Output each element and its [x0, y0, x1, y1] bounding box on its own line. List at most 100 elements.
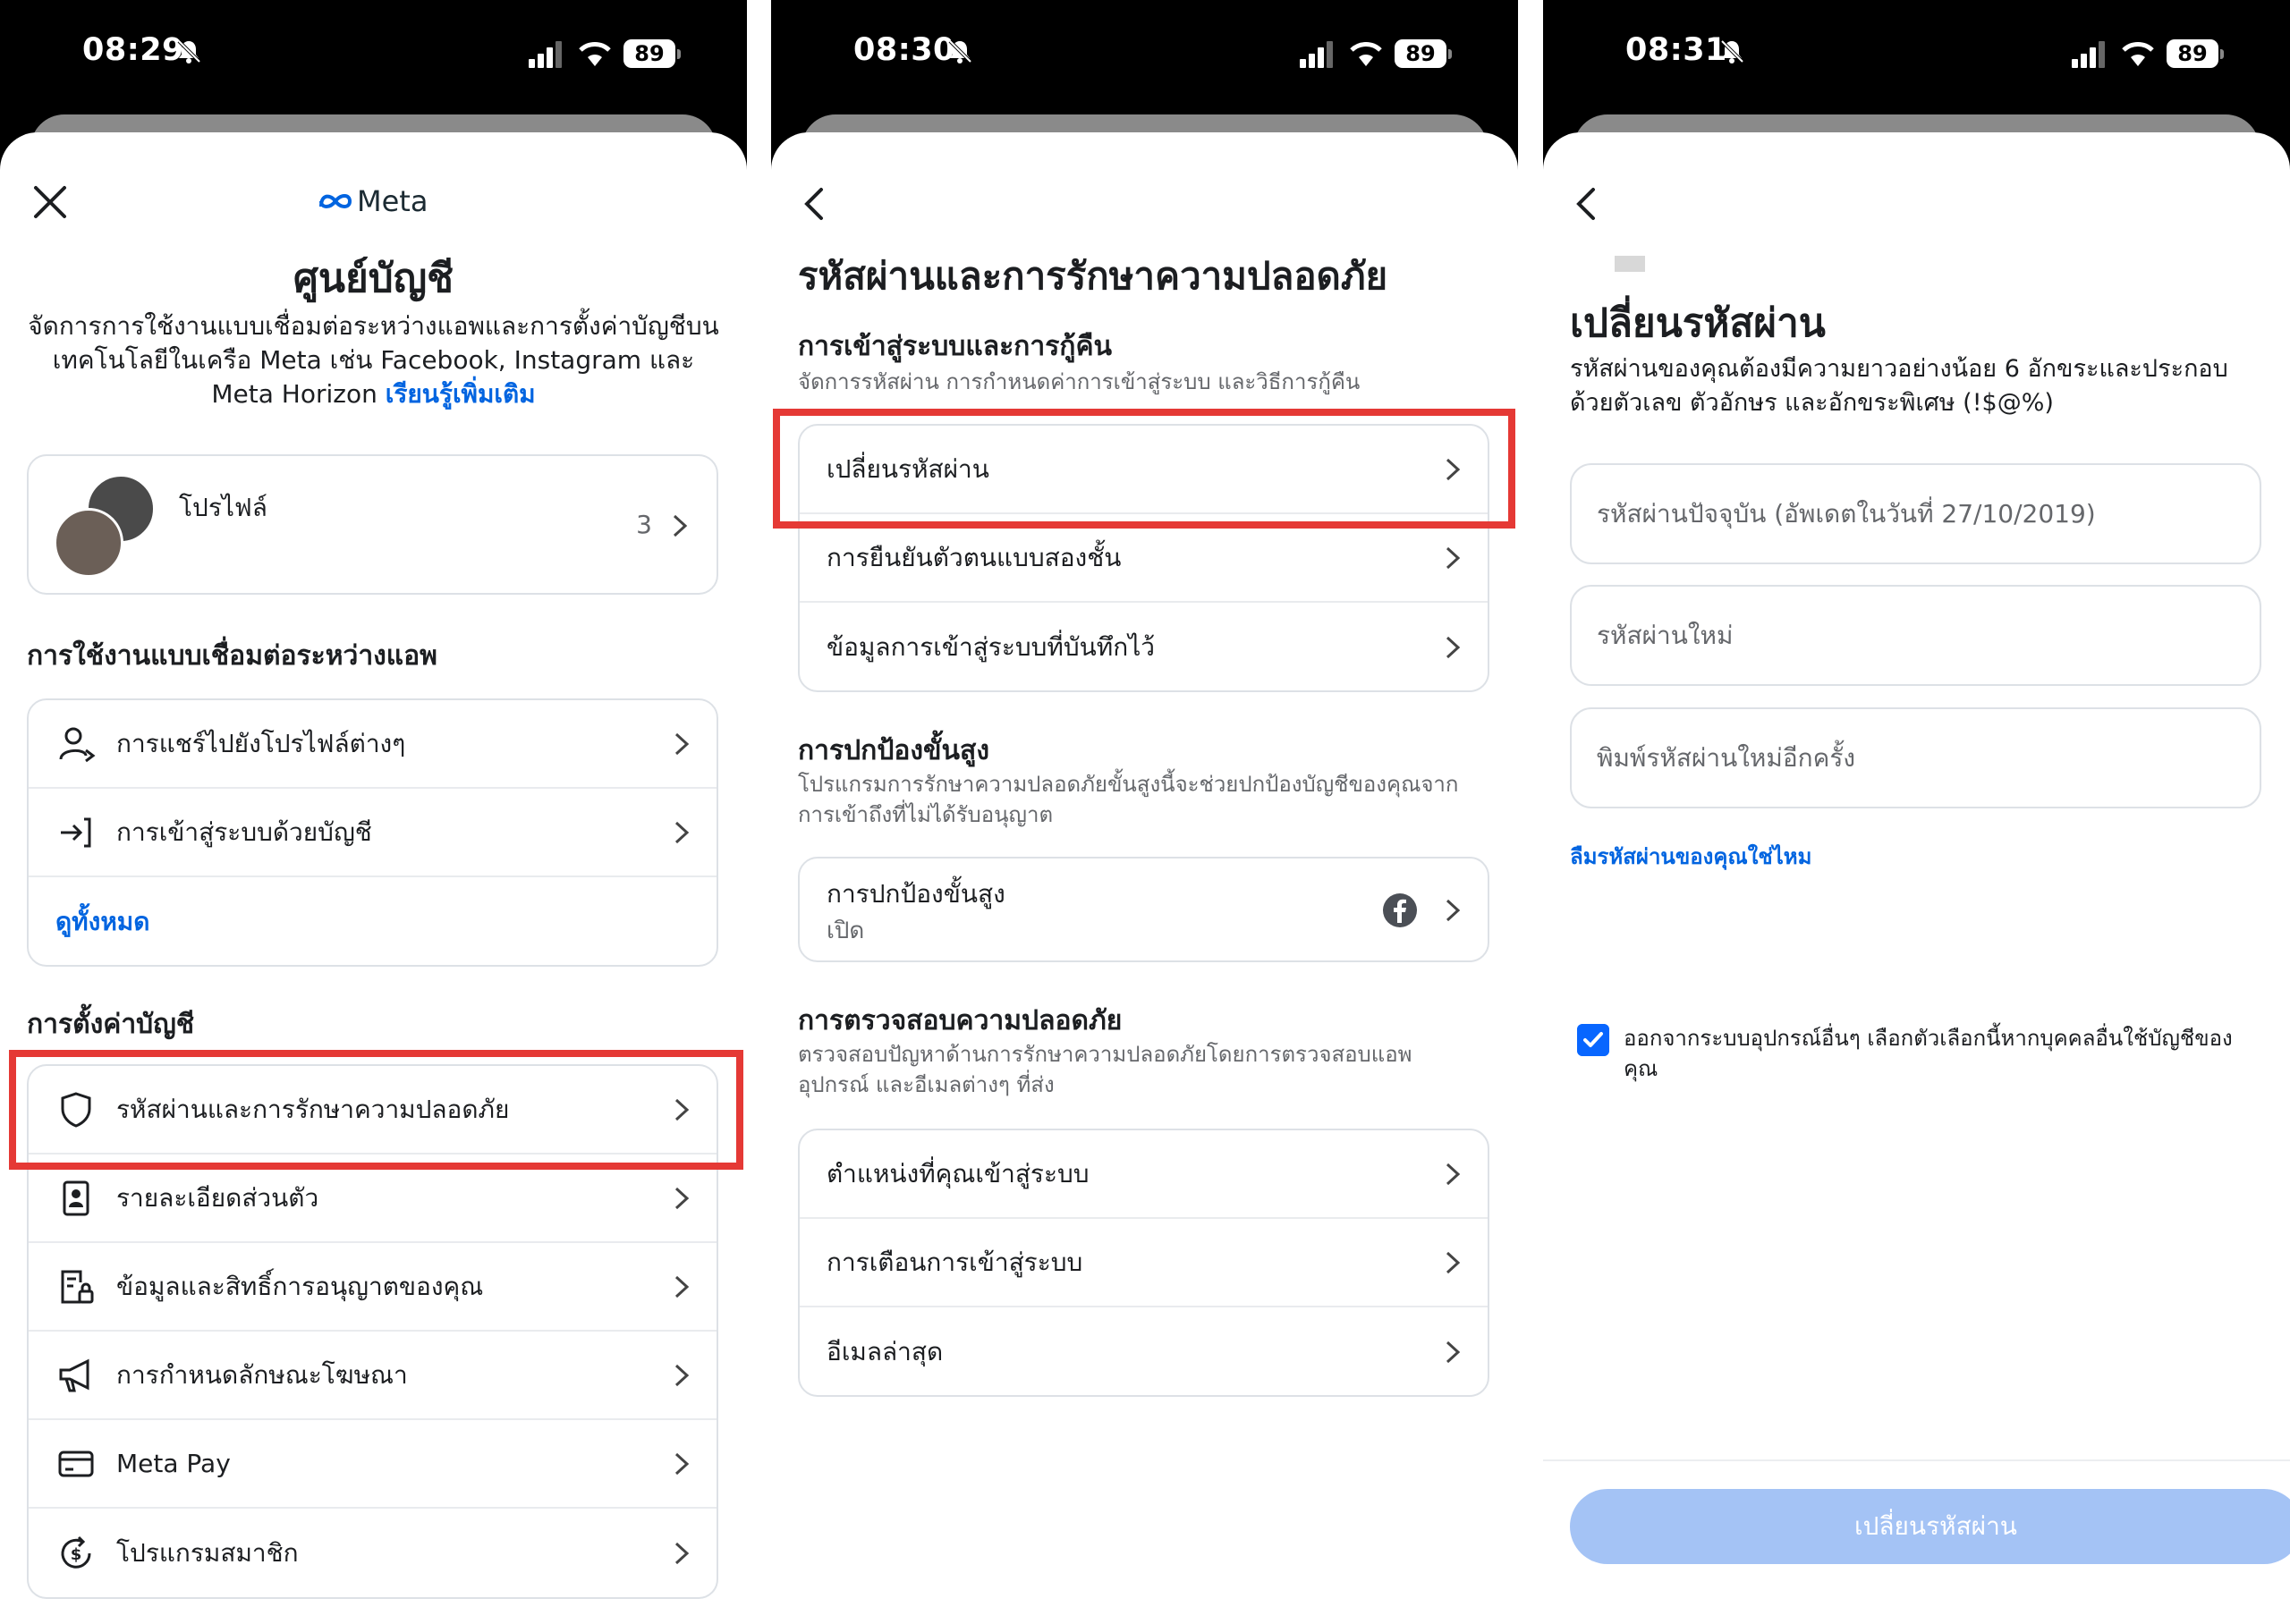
- login-alerts-row[interactable]: การเตือนการเข้าสู่ระบบ: [800, 1219, 1488, 1307]
- description-text: จัดการการใช้งานแบบเชื่อมต่อระหว่างแอพและ…: [28, 311, 719, 409]
- footer-divider: [1543, 1459, 2290, 1461]
- login-item-label: การยืนยันตัวตนแบบสองชั้น: [827, 542, 1122, 572]
- change-password-screen: 08:31 89 เปลี่ยนรหัสผ่าน รหัสผ่านของคุณต…: [1543, 0, 2290, 1624]
- cellular-signal-icon: [529, 41, 562, 68]
- status-bar: 08:30 89: [771, 0, 1518, 112]
- meta-brand-text: Meta: [357, 184, 428, 218]
- chevron-right-icon: [1446, 636, 1461, 658]
- change-password-button[interactable]: เปลี่ยนรหัสผ่าน: [1570, 1489, 2290, 1564]
- retype-password-field[interactable]: พิมพ์รหัสผ่านใหม่อีกครั้ง: [1570, 707, 2261, 808]
- page-description: จัดการการใช้งานแบบเชื่อมต่อระหว่างแอพและ…: [25, 309, 722, 411]
- chevron-right-icon: [674, 1542, 690, 1564]
- connected-experiences-card: การแชร์ไปยังโปรไฟล์ต่างๆ การเข้าสู่ระบบด…: [27, 698, 718, 967]
- password-requirements-line: ด้วยตัวเลข ตัวอักษร และอักขระพิเศษ (!$@%…: [1570, 389, 2054, 417]
- person-share-icon: [59, 727, 96, 762]
- chevron-right-icon: [674, 1187, 690, 1209]
- where-logged-in-row[interactable]: ตำแหน่งที่คุณเข้าสู่ระบบ: [800, 1130, 1488, 1219]
- new-password-field[interactable]: รหัสผ่านใหม่: [1570, 585, 2261, 686]
- battery-indicator: 89: [1395, 39, 1452, 68]
- credit-card-icon: [58, 1451, 94, 1476]
- chevron-right-icon: [1446, 1251, 1461, 1273]
- login-recovery-subtitle: จัดการรหัสผ่าน การกำหนดค่าการเข้าสู่ระบบ…: [798, 369, 1361, 394]
- connected-item-profile-sharing[interactable]: การแชร์ไปยังโปรไฟล์ต่างๆ: [29, 700, 717, 789]
- profiles-card[interactable]: โปรไฟล์ 3: [27, 454, 718, 595]
- settings-item-meta-pay[interactable]: Meta Pay: [29, 1420, 717, 1509]
- connected-item-login[interactable]: การเข้าสู่ระบบด้วยบัญชี: [29, 789, 717, 877]
- change-password-row[interactable]: เปลี่ยนรหัสผ่าน: [800, 426, 1488, 514]
- advanced-protection-heading: การปกป้องขั้นสูง: [798, 735, 990, 766]
- chevron-right-icon: [1446, 1163, 1461, 1185]
- recent-emails-row[interactable]: อีเมลล่าสุด: [800, 1307, 1488, 1395]
- megaphone-icon: [59, 1358, 89, 1391]
- account-settings-card: รหัสผ่านและการรักษาความปลอดภัย รายละเอีย…: [27, 1064, 718, 1599]
- change-password-sheet: เปลี่ยนรหัสผ่าน รหัสผ่านของคุณต้องมีความ…: [1543, 132, 2290, 1624]
- chevron-right-icon: [674, 732, 690, 755]
- profiles-label: โปรไฟล์: [179, 493, 267, 522]
- password-security-screen: 08:30 89 รหัสผ่านและการรักษาความปลอดภัย …: [771, 0, 1518, 1624]
- bell-muted-icon: [948, 39, 972, 63]
- settings-item-label: Meta Pay: [116, 1449, 231, 1478]
- profiles-count: 3: [636, 510, 652, 539]
- close-icon[interactable]: [27, 179, 73, 225]
- document-lock-icon: [61, 1270, 94, 1303]
- connected-experiences-heading: การใช้งานแบบเชื่อมต่อระหว่างแอพ: [27, 640, 437, 672]
- accounts-center-sheet: Meta ศูนย์บัญชี จัดการการใช้งานแบบเชื่อม…: [0, 132, 747, 1624]
- login-arrow-icon: [61, 817, 91, 847]
- security-checks-card: ตำแหน่งที่คุณเข้าสู่ระบบ การเตือนการเข้า…: [798, 1129, 1489, 1397]
- battery-indicator: 89: [623, 39, 681, 68]
- advanced-protection-subtitle-line: โปรแกรมการรักษาความปลอดภัยขั้นสูงนี้จะช่…: [798, 772, 1459, 797]
- current-password-field[interactable]: รหัสผ่านปัจจุบัน (อัพเดตในวันที่ 27/10/2…: [1570, 463, 2261, 564]
- settings-item-label: รหัสผ่านและการรักษาความปลอดภัย: [116, 1094, 510, 1124]
- learn-more-link[interactable]: เรียนรู้เพิ่มเติม: [386, 379, 536, 409]
- advanced-protection-card[interactable]: การปกป้องขั้นสูง เปิด: [798, 857, 1489, 962]
- checkbox-checked-icon[interactable]: [1577, 1024, 1609, 1056]
- page-title: ศูนย์บัญชี: [293, 256, 454, 301]
- forgot-password-link[interactable]: ลืมรหัสผ่านของคุณใช่ไหม: [1570, 839, 1811, 874]
- meta-logo: Meta: [318, 184, 428, 218]
- settings-item-password-security[interactable]: รหัสผ่านและการรักษาความปลอดภัย: [29, 1066, 717, 1155]
- chevron-right-icon: [1446, 546, 1461, 569]
- advanced-protection-status: เปิด: [827, 918, 865, 944]
- chevron-right-icon: [674, 1098, 690, 1121]
- see-all-row[interactable]: ดูทั้งหมด: [29, 877, 717, 965]
- login-item-label: เปลี่ยนรหัสผ่าน: [827, 453, 989, 484]
- two-factor-auth-row[interactable]: การยืนยันตัวตนแบบสองชั้น: [800, 514, 1488, 603]
- login-recovery-heading: การเข้าสู่ระบบและการกู้คืน: [798, 331, 1113, 362]
- battery-indicator: 89: [2167, 39, 2224, 68]
- logout-other-devices-line: ออกจากระบบอุปกรณ์อื่นๆ เลือกตัวเลือกนี้ห…: [1624, 1026, 2233, 1051]
- settings-item-personal-details[interactable]: รายละเอียดส่วนตัว: [29, 1155, 717, 1243]
- settings-item-label: การกำหนดลักษณะโฆษณา: [116, 1359, 408, 1390]
- shield-icon: [61, 1091, 91, 1128]
- back-icon[interactable]: [793, 181, 839, 227]
- status-bar: 08:31 89: [1543, 0, 2290, 112]
- settings-item-label: ข้อมูลและสิทธิ์การอนุญาตของคุณ: [116, 1271, 484, 1301]
- status-time: 08:31: [1625, 32, 1727, 68]
- saved-login-row[interactable]: ข้อมูลการเข้าสู่ระบบที่บันทึกไว้: [800, 603, 1488, 690]
- back-icon[interactable]: [1565, 181, 1611, 227]
- logout-other-devices-label: ออกจากระบบอุปกรณ์อื่นๆ เลือกตัวเลือกนี้ห…: [1624, 1023, 2233, 1084]
- chevron-right-icon: [674, 821, 690, 843]
- advanced-protection-subtitle-line: การเข้าถึงที่ไม่ได้รับอนุญาต: [798, 802, 1054, 827]
- settings-item-ad-preferences[interactable]: การกำหนดลักษณะโฆษณา: [29, 1332, 717, 1420]
- wifi-icon: [2122, 42, 2154, 66]
- security-checks-subtitle: ตรวจสอบปัญหาด้านการรักษาความปลอดภัยโดยกา…: [798, 1039, 1412, 1100]
- settings-item-subscriptions[interactable]: $ โปรแกรมสมาชิก: [29, 1509, 717, 1597]
- account-settings-heading: การตั้งค่าบัญชี: [27, 1009, 195, 1040]
- see-all-link[interactable]: ดูทั้งหมด: [55, 902, 149, 942]
- status-bar: 08:29 89: [0, 0, 747, 112]
- account-avatar-placeholder: [1615, 256, 1645, 272]
- password-requirements-line: รหัสผ่านของคุณต้องมีความยาวอย่างน้อย 6 อ…: [1570, 355, 2228, 383]
- settings-item-your-information[interactable]: ข้อมูลและสิทธิ์การอนุญาตของคุณ: [29, 1243, 717, 1332]
- chevron-right-icon: [1446, 899, 1461, 922]
- security-checks-subtitle-line: ตรวจสอบปัญหาด้านการรักษาความปลอดภัยโดยกา…: [798, 1042, 1412, 1067]
- login-recovery-card: เปลี่ยนรหัสผ่าน การยืนยันตัวตนแบบสองชั้น…: [798, 424, 1489, 692]
- advanced-protection-label: การปกป้องขั้นสูง: [827, 879, 1005, 909]
- bell-muted-icon: [1720, 39, 1744, 63]
- settings-item-label: รายละเอียดส่วนตัว: [116, 1182, 319, 1213]
- dollar-cycle-icon: $: [61, 1535, 91, 1569]
- chevron-right-icon: [673, 514, 688, 537]
- settings-item-label: โปรแกรมสมาชิก: [116, 1537, 299, 1568]
- security-checks-heading: การตรวจสอบความปลอดภัย: [798, 1005, 1123, 1036]
- page-title: รหัสผ่านและการรักษาความปลอดภัย: [798, 254, 1388, 298]
- login-item-label: ข้อมูลการเข้าสู่ระบบที่บันทึกไว้: [827, 631, 1156, 662]
